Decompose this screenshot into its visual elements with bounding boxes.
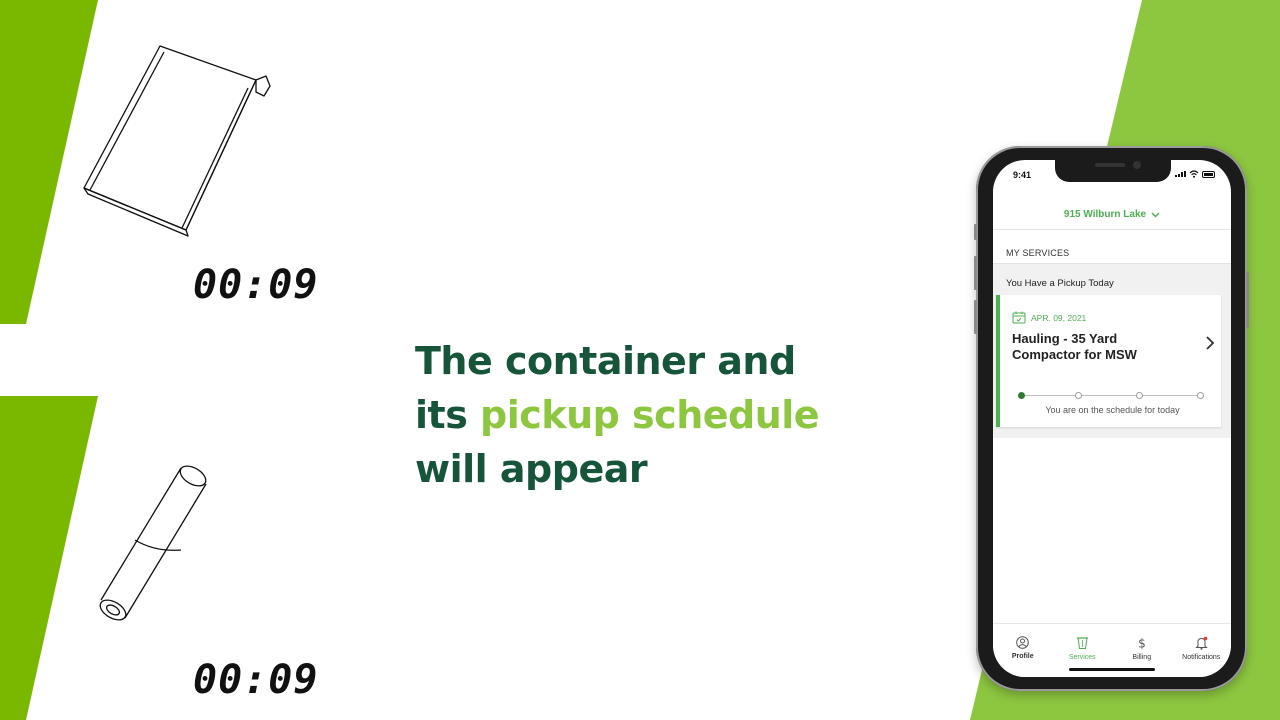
home-indicator[interactable] xyxy=(1069,668,1155,671)
card-date: APR. 09, 2021 xyxy=(1012,311,1086,324)
tab-services-label: Services xyxy=(1068,654,1096,661)
progress-step-1 xyxy=(1018,392,1025,399)
svg-text:$: $ xyxy=(1138,637,1146,651)
wifi-icon xyxy=(1189,170,1199,178)
headline-line-1: The container and xyxy=(415,339,796,383)
calendar-icon xyxy=(1012,311,1026,324)
section-title: MY SERVICES xyxy=(1006,248,1070,258)
tab-profile[interactable]: Profile xyxy=(994,636,1052,677)
progress-line xyxy=(1021,395,1201,396)
green-stripe-bottom-left xyxy=(0,396,98,720)
card-status: You are on the schedule for today xyxy=(1045,405,1180,415)
container-bin-illustration xyxy=(83,45,271,237)
headline-line-2-prefix: its xyxy=(415,393,481,437)
headline: The container and its pickup schedule wi… xyxy=(415,334,835,496)
headline-line-2: its pickup schedule xyxy=(415,388,835,442)
timer-bottom: 00:09 xyxy=(193,657,319,703)
chevron-right-icon[interactable] xyxy=(1205,335,1215,351)
card-title: Hauling - 35 Yard Compactor for MSW xyxy=(1012,331,1137,362)
phone-volume-up xyxy=(974,256,977,290)
status-time: 9:41 xyxy=(1013,170,1032,180)
front-camera xyxy=(1133,161,1141,169)
phone-mockup: 9:41 915 Wilburn Lake MY SERVICES You Ha… xyxy=(974,146,1249,691)
container-cylinder-illustration xyxy=(99,465,207,621)
progress-step-4 xyxy=(1197,392,1204,399)
headline-line-3: will appear xyxy=(415,447,648,491)
phone-notch xyxy=(1055,160,1171,182)
phone-volume-down xyxy=(974,300,977,334)
battery-icon xyxy=(1202,170,1215,178)
chevron-down-icon xyxy=(1151,212,1160,217)
signal-icon xyxy=(1175,171,1186,177)
phone-screen: 9:41 915 Wilburn Lake MY SERVICES You Ha… xyxy=(993,160,1231,677)
dollar-icon: $ xyxy=(1138,637,1146,651)
card-date-text: APR. 09, 2021 xyxy=(1031,312,1087,323)
headline-highlight: pickup schedule xyxy=(480,393,820,437)
services-icon xyxy=(1076,637,1088,649)
phone-silent-switch xyxy=(974,224,977,240)
service-card[interactable]: APR. 09, 2021 Hauling - 35 Yard Compacto… xyxy=(996,295,1221,427)
address-selector[interactable]: 915 Wilburn Lake xyxy=(993,200,1231,230)
tab-profile-label: Profile xyxy=(1011,653,1034,660)
tab-notifications[interactable]: Notifications xyxy=(1172,636,1230,677)
progress-step-2 xyxy=(1075,392,1082,399)
tab-notifications-label: Notifications xyxy=(1182,654,1221,661)
address-label: 915 Wilburn Lake xyxy=(1063,209,1147,220)
progress-tracker xyxy=(1018,391,1204,401)
bell-icon xyxy=(1195,636,1208,650)
tab-billing-label: Billing xyxy=(1132,654,1152,661)
progress-step-3 xyxy=(1136,392,1143,399)
pickup-notice: You Have a Pickup Today xyxy=(1006,278,1114,289)
status-icons xyxy=(1175,170,1215,178)
timer-top: 00:09 xyxy=(193,262,319,308)
speaker xyxy=(1095,163,1125,167)
profile-icon xyxy=(1016,636,1030,649)
phone-power-button xyxy=(1246,272,1249,328)
